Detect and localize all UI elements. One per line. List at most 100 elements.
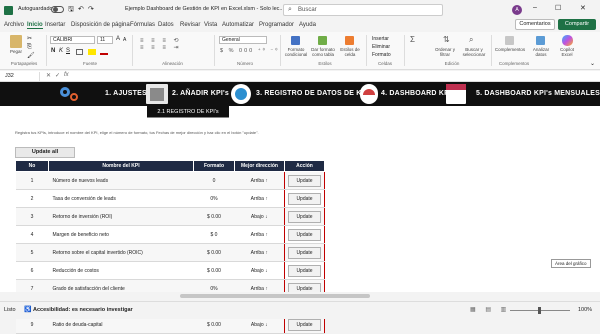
bold-icon[interactable]: N (51, 48, 55, 54)
accessibility-status[interactable]: Accesibilidad: es necesario investigar (33, 307, 133, 313)
group-editing: Edición (444, 61, 460, 66)
collapse-ribbon-icon[interactable]: ⌄ (590, 60, 595, 67)
copilot-label[interactable]: Copilot Excel (555, 47, 579, 57)
cell-format: $ 0.00 (193, 261, 235, 280)
update-button[interactable]: Update (288, 228, 321, 241)
format-table-icon[interactable] (318, 36, 327, 45)
ribbon-tabs: Archivo Inicio Insertar Disposición de p… (0, 19, 600, 32)
cell-styles-label[interactable]: Estilos de celda (338, 47, 362, 57)
copy-icon[interactable]: ⎘ (27, 44, 32, 51)
number-format-select[interactable]: General (219, 36, 267, 44)
cell-direction: Arriba ↑ (234, 225, 285, 244)
copilot-icon[interactable] (562, 35, 573, 46)
update-button[interactable]: Update (288, 210, 321, 223)
table-row: 3 Retorno de inversión (ROI) $ 0.00 Abajo ↓… (15, 207, 325, 226)
insert-cells-button[interactable]: Insertar (372, 36, 389, 42)
separator (404, 35, 405, 66)
fill-color-icon[interactable] (88, 49, 96, 55)
zoom-level[interactable]: 100% (578, 307, 592, 313)
analyze-data-icon[interactable] (536, 36, 545, 45)
col-format: Formato (193, 160, 235, 172)
font-color-icon[interactable] (100, 49, 108, 55)
nav-dashboard-kpi[interactable]: 4. DASHBOARD KPI (381, 86, 451, 101)
accessibility-icon[interactable]: ♿ (24, 306, 31, 313)
nav-anadir-kpis[interactable]: 2. AÑADIR KPI's (172, 86, 229, 101)
update-button[interactable]: Update (288, 264, 321, 277)
sort-filter-icon[interactable]: ⇅ (443, 35, 450, 44)
borders-icon[interactable] (76, 49, 83, 55)
analyze-data-label[interactable]: Analizar datos (529, 47, 553, 57)
increase-font-icon[interactable]: A (116, 36, 120, 42)
cell-kpi-name: Margen de beneficio neto (48, 225, 194, 244)
nav-ajustes[interactable]: 1. AJUSTES (105, 86, 147, 101)
zoom-slider[interactable] (510, 307, 570, 314)
update-button[interactable]: Update (288, 318, 321, 331)
tab-disposicion[interactable]: Disposición de página (71, 22, 130, 28)
number-format-icons[interactable]: $ % 000 ⁺⁰ ⁻⁰ (220, 48, 279, 54)
tab-archivo[interactable]: Archivo (4, 22, 24, 28)
underline-icon[interactable]: S (66, 48, 70, 54)
gears-icon (58, 85, 80, 103)
scroll-thumb[interactable] (180, 294, 370, 298)
worksheet[interactable]: 1. AJUSTES 2. AÑADIR KPI's 3. REGISTRO D… (0, 82, 600, 334)
fx-icon[interactable]: fx (64, 72, 69, 78)
font-size-select[interactable]: 11 (97, 36, 113, 44)
update-button[interactable]: Update (288, 192, 321, 205)
conditional-format-icon[interactable] (291, 36, 300, 45)
sub-tab-registro[interactable]: 2.1 REGISTRO DE KPI's (147, 106, 229, 118)
horizontal-scrollbar[interactable] (0, 292, 600, 301)
enter-icon[interactable]: ✓ (55, 72, 60, 79)
tab-ayuda[interactable]: Ayuda (299, 22, 316, 28)
format-cells-button[interactable]: Formato (372, 52, 391, 58)
decrease-font-icon[interactable]: A (123, 37, 126, 43)
conditional-format-label[interactable]: Formato condicional (283, 47, 309, 57)
format-table-label[interactable]: Dar formato como tabla (311, 47, 335, 57)
autosave-toggle[interactable] (51, 6, 64, 13)
addins-icon[interactable] (505, 36, 514, 45)
cut-icon[interactable]: ✂ (27, 35, 32, 42)
tab-vista[interactable]: Vista (204, 22, 217, 28)
delete-cells-button[interactable]: Eliminar (372, 44, 390, 50)
share-button[interactable]: Compartir (558, 19, 596, 30)
find-select-icon[interactable]: ⌕ (469, 35, 473, 45)
update-button[interactable]: Update (288, 246, 321, 259)
italic-icon[interactable]: K (59, 48, 63, 54)
close-icon[interactable]: ✕ (580, 4, 586, 12)
paste-icon[interactable] (10, 35, 22, 48)
tab-programador[interactable]: Programador (259, 22, 294, 28)
nav-dashboard-mensual[interactable]: 5. DASHBOARD KPI's MENSUALES (476, 86, 600, 101)
addins-label[interactable]: Complementos (494, 47, 526, 52)
cell-format: 0 (193, 171, 235, 190)
paste-label: Pegar (9, 49, 22, 54)
cell-no: 2 (15, 189, 49, 208)
update-button[interactable]: Update (288, 174, 321, 187)
cell-styles-icon[interactable] (345, 36, 354, 45)
formula-input[interactable] (76, 72, 596, 81)
tab-formulas[interactable]: Fórmulas (130, 22, 155, 28)
alignment-controls[interactable]: ≡ ≡ ≡ ⟲ ≡ ≡ ≡ ⇥ (140, 37, 210, 57)
undo-icon[interactable]: ↶ (78, 5, 84, 13)
tab-datos[interactable]: Datos (158, 22, 174, 28)
maximize-icon[interactable]: ☐ (555, 4, 561, 12)
view-buttons[interactable]: ▦ ▤ ▥ (470, 306, 510, 313)
search-box[interactable]: ⌕ Buscar (283, 4, 443, 16)
tab-automatizar[interactable]: Automatizar (222, 22, 254, 28)
nav-registro-datos[interactable]: 3. REGISTRO DE DATOS DE KPI's (256, 86, 374, 101)
redo-icon[interactable]: ↷ (88, 5, 94, 13)
sort-filter-label[interactable]: Ordenar y filtrar (432, 47, 458, 57)
tab-insertar[interactable]: Insertar (45, 22, 65, 28)
name-box[interactable]: J32 (2, 72, 40, 81)
update-all-button[interactable]: Update all (15, 147, 75, 158)
save-icon[interactable]: 🖫 (68, 5, 74, 16)
format-painter-icon[interactable]: 🖌 (27, 52, 35, 59)
tab-inicio[interactable]: Inicio (27, 22, 43, 29)
find-select-label[interactable]: Buscar y seleccionar (460, 47, 488, 57)
comments-button[interactable]: Comentarios (515, 19, 555, 30)
tab-revisar[interactable]: Revisar (180, 22, 200, 28)
minimize-icon[interactable]: – (533, 4, 537, 11)
avatar[interactable]: A (512, 5, 522, 15)
table-header-row: No Nombre del KPI Formato Mejor direcció… (15, 160, 325, 172)
font-name-select[interactable]: CALIBRI (50, 36, 95, 44)
autosum-icon[interactable]: Σ (410, 35, 415, 44)
cancel-icon[interactable]: ✕ (46, 72, 51, 79)
